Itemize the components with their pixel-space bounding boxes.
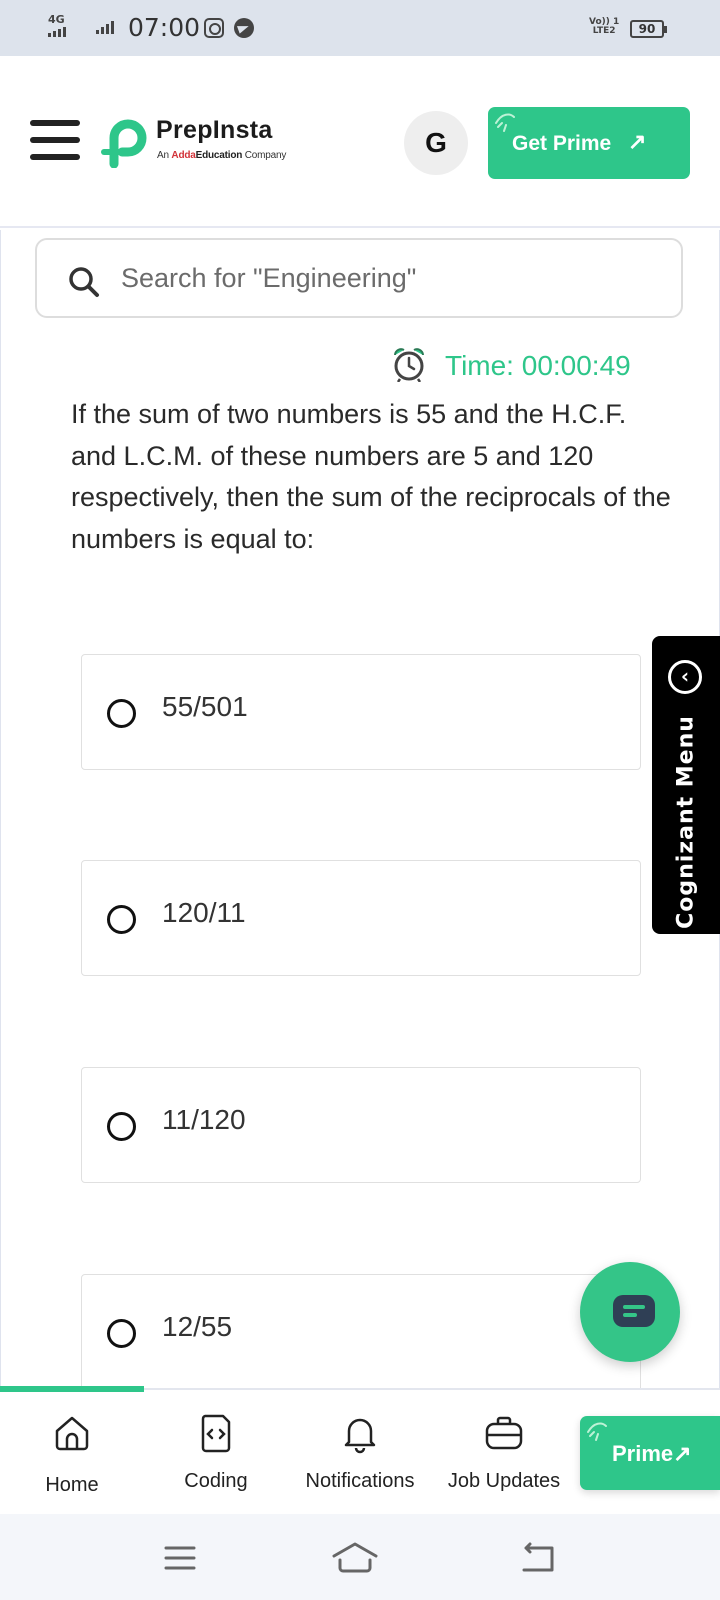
nav-home-label: Home — [45, 1474, 99, 1496]
system-navigation-bar — [0, 1514, 720, 1600]
network-type: 4G — [48, 13, 65, 26]
chat-icon — [613, 1295, 655, 1327]
search-bar[interactable] — [35, 238, 683, 318]
briefcase-icon — [485, 1416, 523, 1450]
radio-button[interactable] — [107, 699, 136, 728]
get-prime-button[interactable]: Get Prime ↗ — [488, 107, 690, 179]
alarm-clock-icon — [394, 348, 424, 382]
option-label: 55/501 — [162, 691, 248, 722]
get-prime-label: Get Prime — [512, 132, 612, 155]
radio-button[interactable] — [107, 1112, 136, 1141]
search-input[interactable] — [121, 258, 661, 298]
radio-button[interactable] — [107, 1319, 136, 1348]
nav-home[interactable]: Home — [2, 1390, 142, 1516]
search-icon — [69, 267, 99, 297]
option-1[interactable]: 55/501 — [81, 654, 641, 770]
chat-button[interactable] — [580, 1262, 680, 1362]
signal-icon — [96, 18, 114, 34]
bell-icon — [344, 1418, 376, 1454]
clock-time: 07:00 — [128, 13, 201, 42]
option-label: 120/11 — [162, 897, 246, 928]
prime-nav-button[interactable]: Prime↗ — [580, 1416, 720, 1490]
recent-apps-icon[interactable] — [158, 1538, 202, 1578]
cognizant-menu-tab[interactable]: ‹ Cognizant Menu — [652, 636, 720, 934]
nav-notifications-label: Notifications — [305, 1470, 415, 1492]
chevron-left-icon[interactable]: ‹ — [668, 660, 702, 694]
sparkle-icon — [587, 1422, 607, 1441]
brand-name[interactable]: PrepInsta — [156, 116, 273, 145]
instagram-icon — [204, 18, 224, 38]
nav-notifications[interactable]: Notifications — [290, 1390, 430, 1516]
option-4[interactable]: 12/55 — [81, 1274, 641, 1404]
telegram-icon — [234, 18, 254, 38]
network-indicator: 4G — [48, 14, 82, 40]
arrow-up-right-icon: ↗ — [673, 1441, 692, 1466]
quiz-content: Time: 00:00:49 If the sum of two numbers… — [0, 230, 720, 1404]
user-avatar[interactable]: G — [404, 111, 468, 175]
option-label: 12/55 — [162, 1311, 233, 1342]
volte-indicator: Vo)) 1 LTE2 — [589, 18, 619, 36]
home-icon — [55, 1416, 89, 1451]
nav-coding-label: Coding — [184, 1470, 248, 1492]
nav-active-indicator — [0, 1386, 144, 1392]
nav-coding[interactable]: Coding — [146, 1390, 286, 1516]
nav-job-updates[interactable]: Job Updates — [434, 1390, 574, 1516]
prepinsta-logo-icon[interactable] — [100, 118, 150, 168]
option-2[interactable]: 120/11 — [81, 860, 641, 976]
back-icon[interactable] — [516, 1538, 560, 1578]
hamburger-menu-icon[interactable] — [30, 120, 80, 162]
code-file-icon — [201, 1414, 231, 1453]
option-label: 11/120 — [162, 1104, 246, 1135]
prime-nav-label: Prime↗ — [612, 1441, 692, 1466]
question-text: If the sum of two numbers is 55 and the … — [71, 399, 671, 554]
home-button-icon[interactable] — [330, 1538, 380, 1578]
status-bar: 4G 07:00 Vo)) 1 LTE2 90 — [0, 0, 720, 56]
battery-icon: 90 — [630, 20, 667, 38]
cognizant-menu-label: Cognizant Menu — [673, 715, 699, 929]
arrow-up-right-icon: ↗ — [628, 129, 647, 154]
radio-button[interactable] — [107, 905, 136, 934]
brand-tagline: An AddaEducation Company — [157, 150, 287, 161]
nav-job-updates-label: Job Updates — [447, 1470, 561, 1492]
volte-line-2: LTE2 — [592, 26, 616, 36]
timer-text: Time: 00:00:49 — [445, 350, 631, 381]
option-3[interactable]: 11/120 — [81, 1067, 641, 1183]
